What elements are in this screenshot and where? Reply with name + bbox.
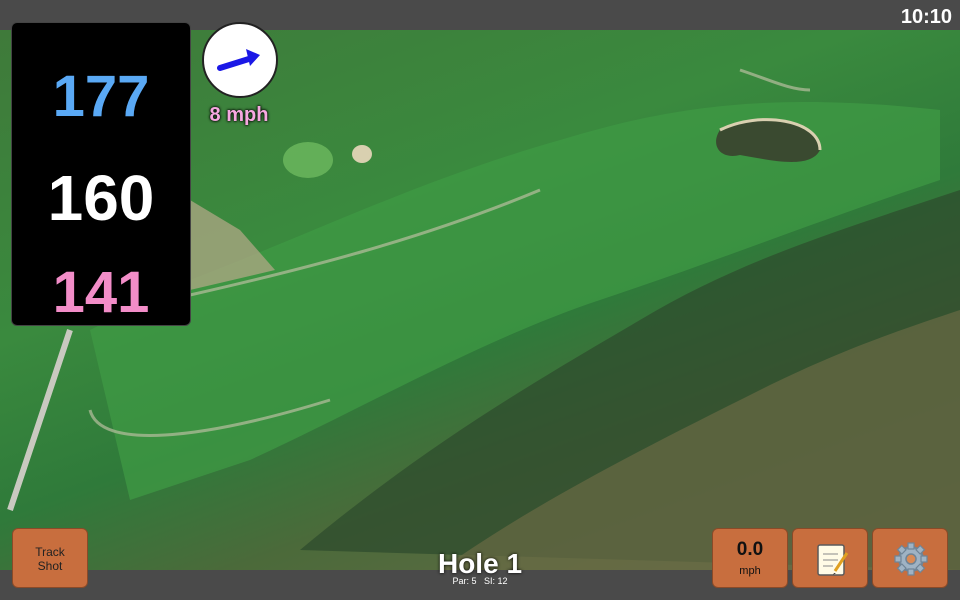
distance-back: 177 <box>52 64 150 129</box>
hole-meta: Par: 5 SI: 12 <box>380 576 580 586</box>
notes-button[interactable] <box>792 528 868 588</box>
hole-par: Par: 5 <box>452 576 477 586</box>
speed-button[interactable]: 0.0 mph <box>712 528 788 588</box>
speed-value: 0.0 <box>736 539 764 560</box>
track-shot-label: Track Shot <box>35 545 65 573</box>
arrow-right-icon <box>217 49 260 71</box>
distance-middle: 160 <box>47 162 155 234</box>
track-shot-button[interactable]: Track Shot <box>12 528 88 588</box>
distance-panel: 177 160 141 <box>11 22 191 326</box>
gear-icon <box>894 542 928 576</box>
wind-indicator <box>202 22 278 98</box>
clock: 10:10 <box>900 6 952 28</box>
settings-button[interactable] <box>872 528 948 588</box>
speed-unit: mph <box>739 565 761 577</box>
wind-speed: 8 mph <box>209 104 269 126</box>
notepad-icon <box>817 544 849 576</box>
hole-si: SI: 12 <box>484 576 508 586</box>
distance-front: 141 <box>52 260 150 325</box>
